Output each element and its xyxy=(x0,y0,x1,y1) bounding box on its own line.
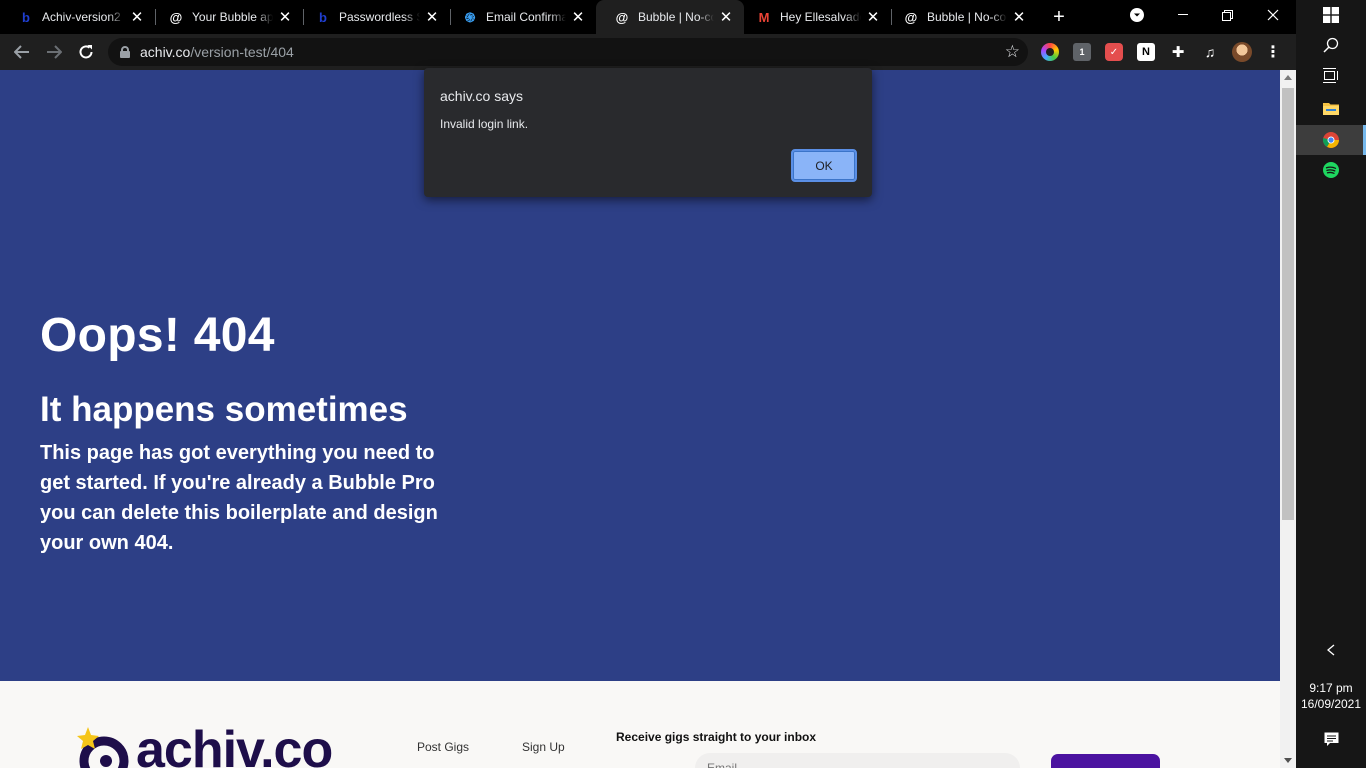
minimize-icon xyxy=(1178,14,1188,15)
arrow-left-icon xyxy=(14,45,29,59)
folder-icon xyxy=(1323,103,1339,115)
notification-icon xyxy=(1324,732,1338,746)
file-explorer-button[interactable] xyxy=(1296,93,1366,123)
address-bar[interactable]: achiv.co/version-test/404 ☆ xyxy=(108,38,1028,66)
spotify-taskbar-button[interactable] xyxy=(1296,155,1366,185)
swirl-logo-icon: ֍ xyxy=(464,10,476,25)
tab-your-bubble-app[interactable]: @ Your Bubble app ✕ xyxy=(150,0,303,34)
close-window-button[interactable] xyxy=(1250,0,1296,30)
reload-button[interactable] xyxy=(72,38,100,66)
close-icon xyxy=(1267,9,1279,21)
page-title: Oops! 404 xyxy=(40,309,275,362)
at-sign-icon: @ xyxy=(615,9,629,25)
newsletter-email-input[interactable] xyxy=(695,753,1020,768)
minimize-button[interactable] xyxy=(1160,0,1206,30)
footer: achiv.co Post Gigs Sign Up Receive gigs … xyxy=(0,681,1280,768)
chrome-taskbar-button[interactable] xyxy=(1296,125,1366,155)
tab-title: Email Confirmati xyxy=(486,10,566,24)
tab-title: Bubble | No-cod xyxy=(927,10,1007,24)
todoist-extension-icon[interactable]: ✓ xyxy=(1105,43,1123,61)
gmail-icon: M xyxy=(758,9,770,25)
reload-icon xyxy=(79,45,93,59)
tab-email-confirmation[interactable]: ֍ Email Confirmati ✕ xyxy=(444,0,596,34)
footer-link-post-gigs[interactable]: Post Gigs xyxy=(417,740,469,754)
footer-link-sign-up[interactable]: Sign Up xyxy=(522,740,565,754)
puzzle-extensions-icon[interactable]: ✚ xyxy=(1169,43,1187,61)
arrow-right-icon xyxy=(47,45,62,59)
tab-title: Achiv-version2 xyxy=(42,10,121,24)
dialog-ok-button[interactable]: OK xyxy=(791,149,857,182)
restore-icon xyxy=(1221,9,1233,21)
notion-extension-icon[interactable]: N xyxy=(1137,43,1155,61)
start-button[interactable] xyxy=(1296,0,1366,30)
chevron-left-icon xyxy=(1327,644,1335,656)
scroll-down-icon[interactable] xyxy=(1284,758,1292,763)
tab-bubble-active[interactable]: @ Bubble | No-cod ✕ xyxy=(596,0,744,34)
url-host: achiv.co xyxy=(140,44,191,60)
bookmark-star-icon[interactable]: ☆ xyxy=(1005,42,1020,62)
close-icon[interactable]: ✕ xyxy=(277,9,293,26)
new-tab-button[interactable]: + xyxy=(1048,6,1070,28)
search-icon xyxy=(1323,37,1339,53)
browser-toolbar: achiv.co/version-test/404 ☆ 1 ✓ N ✚ ♫ ⋮ xyxy=(0,34,1296,70)
dialog-message: Invalid login link. xyxy=(440,117,529,131)
task-view-icon xyxy=(1322,67,1338,83)
task-view-button[interactable] xyxy=(1296,60,1366,90)
spotify-icon xyxy=(1323,162,1339,178)
chrome-icon xyxy=(1323,132,1339,148)
chevron-down-circle-icon xyxy=(1130,8,1144,22)
close-icon[interactable]: ✕ xyxy=(129,9,145,26)
close-icon[interactable]: ✕ xyxy=(1011,9,1027,26)
bubble-b-icon: b xyxy=(319,9,327,25)
clock-date: 16/09/2021 xyxy=(1300,697,1362,711)
lock-icon xyxy=(120,46,130,58)
password-manager-extension-icon[interactable]: 1 xyxy=(1073,43,1091,61)
close-icon[interactable]: ✕ xyxy=(718,9,734,26)
color-wheel-extension-icon[interactable] xyxy=(1041,43,1059,61)
tab-title: Your Bubble app xyxy=(192,10,273,24)
windows-logo-icon xyxy=(1323,7,1339,23)
back-button[interactable] xyxy=(8,38,36,66)
scrollbar-thumb[interactable] xyxy=(1282,88,1294,520)
page-subtitle: It happens sometimes xyxy=(40,390,408,429)
clock-time: 9:17 pm xyxy=(1309,681,1353,695)
close-icon[interactable]: ✕ xyxy=(424,9,440,26)
show-hidden-icons-button[interactable] xyxy=(1296,635,1366,665)
url-path: /version-test/404 xyxy=(190,44,294,60)
alert-dialog: achiv.co says Invalid login link. OK xyxy=(424,68,872,197)
at-sign-icon: @ xyxy=(169,9,183,25)
tab-passwordless-sign[interactable]: b Passwordless Sign ✕ xyxy=(297,0,450,34)
achiv-logo[interactable]: achiv.co xyxy=(72,721,333,768)
page-scrollbar[interactable] xyxy=(1280,70,1296,768)
tab-bubble-2[interactable]: @ Bubble | No-cod ✕ xyxy=(885,0,1037,34)
dialog-title: achiv.co says xyxy=(440,88,523,104)
tab-strip: b Achiv-version2 ✕ @ Your Bubble app ✕ b… xyxy=(0,0,1296,34)
tab-title: Hey Ellesalvador xyxy=(780,10,861,24)
windows-taskbar: 9:17 pm 16/09/2021 xyxy=(1296,0,1366,768)
close-icon[interactable]: ✕ xyxy=(865,9,881,26)
tab-search-button[interactable] xyxy=(1114,0,1160,30)
tab-title: Passwordless Sign xyxy=(339,10,420,24)
page-description: This page has got everything you need to… xyxy=(40,442,438,554)
scroll-up-icon[interactable] xyxy=(1284,75,1292,80)
taskbar-clock[interactable]: 9:17 pm 16/09/2021 xyxy=(1296,680,1366,712)
profile-avatar[interactable] xyxy=(1232,42,1252,62)
taskbar-search-button[interactable] xyxy=(1296,30,1366,60)
restore-button[interactable] xyxy=(1204,0,1250,30)
tab-title: Bubble | No-cod xyxy=(638,10,714,24)
action-center-button[interactable] xyxy=(1296,724,1366,754)
more-menu-icon[interactable]: ⋮ xyxy=(1264,43,1282,61)
newsletter-label: Receive gigs straight to your inbox xyxy=(616,730,817,744)
url-text: achiv.co/version-test/404 xyxy=(140,44,294,60)
subscribe-button[interactable] xyxy=(1051,754,1160,768)
bubble-b-icon: b xyxy=(22,9,30,25)
forward-button[interactable] xyxy=(40,38,68,66)
tab-achiv-version2[interactable]: b Achiv-version2 ✕ xyxy=(0,0,155,34)
media-controls-icon[interactable]: ♫ xyxy=(1201,43,1219,61)
at-sign-icon: @ xyxy=(904,9,918,25)
close-icon[interactable]: ✕ xyxy=(570,9,586,26)
at-sign-star-logo-icon xyxy=(72,725,134,768)
tab-gmail[interactable]: M Hey Ellesalvador ✕ xyxy=(738,0,891,34)
logo-text: achiv.co xyxy=(136,721,333,768)
